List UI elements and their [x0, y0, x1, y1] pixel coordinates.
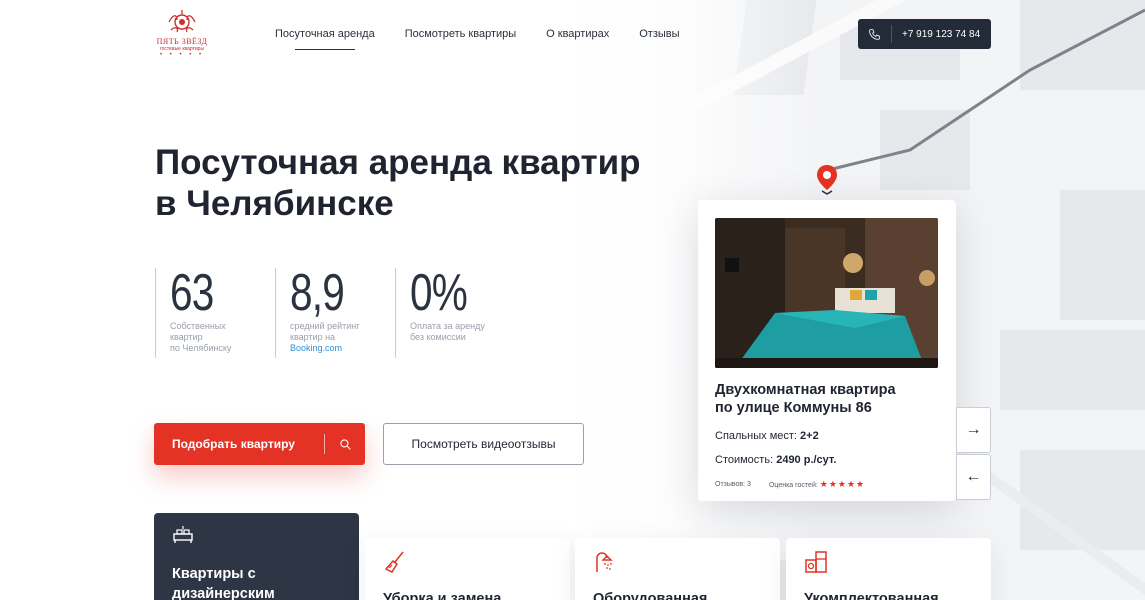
stat-rating: 8,9 средний рейтинг квартир на Booking.c…: [275, 264, 395, 358]
slider-prev-button[interactable]: ←: [956, 454, 991, 500]
property-footer: Отзывов: 3 Оценка гостей: ★★★★★: [715, 479, 939, 490]
arrow-right-icon: →: [965, 421, 982, 438]
booking-link[interactable]: Booking.com: [290, 343, 342, 353]
stat-commission: 0% Оплата за аренду без комиссии: [395, 264, 505, 358]
stats: 63 Собственных квартир по Челябинску 8,9…: [155, 264, 505, 358]
feature-card-cleaning[interactable]: Уборка и замена: [365, 538, 570, 600]
property-price: Стоимость: 2490 р./сут.: [715, 454, 837, 466]
phone-button[interactable]: +7 919 123 74 84: [858, 19, 991, 49]
phone-number: +7 919 123 74 84: [902, 28, 981, 40]
beds-value: 2+2: [800, 430, 819, 442]
stat-value: 63: [170, 264, 214, 322]
stat-caption: Собственных квартир по Челябинску: [170, 321, 232, 353]
feature-card-furnished[interactable]: Укомплектованная: [786, 538, 991, 600]
nav-item-reviews[interactable]: Отзывы: [639, 28, 679, 50]
nav-item-view-apartments[interactable]: Посмотреть квартиры: [405, 28, 516, 50]
stat-value: 8,9: [290, 264, 345, 322]
feature-title: Уборка и замена: [383, 591, 502, 600]
find-apartment-label: Подобрать квартиру: [172, 437, 295, 451]
slider-next-button[interactable]: →: [956, 407, 991, 453]
feature-card-design[interactable]: Квартиры с дизайнерским: [154, 513, 359, 600]
nav-item-about[interactable]: О квартирах: [546, 28, 609, 50]
feature-title: Оборудованная: [593, 591, 708, 600]
hero-title-line1: Посуточная аренда квартир: [155, 143, 641, 182]
property-card[interactable]: Двухкомнатная квартира по улице Коммуны …: [698, 200, 956, 501]
bed-icon: [173, 526, 193, 543]
logo-name: ПЯТЬ ЗВЁЗД: [156, 37, 208, 46]
property-title[interactable]: Двухкомнатная квартира по улице Коммуны …: [715, 381, 939, 417]
stat-caption: средний рейтинг квартир на Booking.com: [290, 321, 360, 353]
broom-icon: [384, 551, 404, 573]
price-value: 2490 р./сут.: [776, 454, 837, 466]
video-reviews-button[interactable]: Посмотреть видеоотзывы: [383, 423, 584, 465]
map-pin-icon[interactable]: [815, 164, 839, 201]
appliances-icon: [805, 551, 827, 573]
stat-value: 0%: [410, 264, 468, 322]
feature-title: Квартиры с дизайнерским: [172, 566, 275, 600]
logo-dots: • • • • •: [159, 52, 205, 58]
search-icon: [325, 438, 365, 451]
logo[interactable]: ПЯТЬ ЗВЁЗД гостевые квартиры • • • • •: [150, 8, 214, 58]
main-nav: Посуточная аренда Посмотреть квартиры О …: [275, 28, 680, 50]
property-beds: Спальных мест: 2+2: [715, 430, 819, 442]
hero-title-line2: в Челябинске: [155, 184, 394, 223]
nav-item-daily-rent[interactable]: Посуточная аренда: [275, 28, 375, 50]
arrow-left-icon: ←: [965, 468, 982, 485]
apartment-photo[interactable]: [715, 218, 938, 368]
feature-card-equipped[interactable]: Оборудованная: [575, 538, 780, 600]
stat-apartments: 63 Собственных квартир по Челябинску: [155, 264, 275, 358]
find-apartment-button[interactable]: Подобрать квартиру: [154, 423, 365, 465]
guest-rating: Оценка гостей: ★★★★★: [768, 479, 866, 489]
rating-stars-icon: ★★★★★: [819, 479, 866, 489]
feature-title: Укомплектованная: [804, 591, 939, 600]
reviews-count: Отзывов: 3: [715, 481, 751, 488]
phone-icon: [858, 25, 892, 43]
logo-emblem-icon: [168, 10, 196, 33]
shower-icon: [596, 552, 613, 572]
hero-title: Посуточная аренда квартир в Челябинске: [155, 142, 755, 224]
stat-caption: Оплата за аренду без комиссии: [410, 321, 485, 342]
